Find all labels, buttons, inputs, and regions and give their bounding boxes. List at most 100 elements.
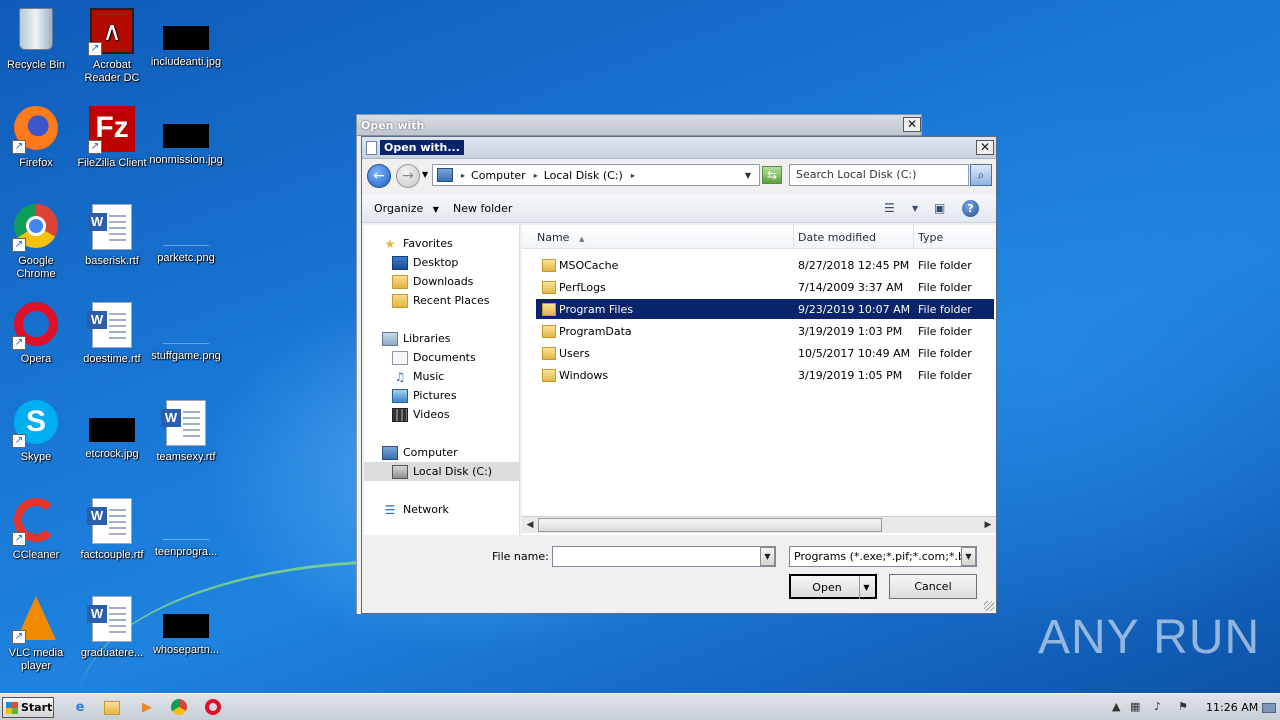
dialog-titlebar[interactable]: Open with... ✕ [362, 137, 996, 159]
refresh-button[interactable]: ⇆ [762, 166, 782, 184]
navigation-pane: ★ Favorites Desktop Downloads Recent Pla… [364, 225, 520, 535]
show-hidden-icons-icon[interactable]: ▲ [1112, 700, 1120, 713]
nav-label: Favorites [403, 237, 453, 250]
nav-documents[interactable]: Documents [392, 348, 476, 367]
table-row[interactable]: Windows 3/19/2019 1:05 PM File folder [536, 365, 994, 385]
network-tray-icon[interactable]: ▦ [1130, 700, 1140, 713]
file-name: Program Files [559, 303, 634, 316]
chevron-down-icon[interactable]: ▼ [859, 576, 873, 599]
desktop-icon-teenprogra[interactable]: teenprogra... [148, 498, 224, 559]
desktop-icon-chrome[interactable]: ↗ Google Chrome [0, 204, 74, 281]
close-icon[interactable]: ✕ [976, 140, 994, 155]
scrollbar-thumb[interactable] [538, 518, 882, 532]
shortcut-arrow-icon: ↗ [12, 140, 26, 154]
column-header-name[interactable]: Name ▲ [522, 225, 794, 249]
nav-computer[interactable]: Computer [382, 443, 458, 462]
desktop-icon-whosepartn[interactable]: whosepartn... [148, 596, 224, 657]
recent-pages-dropdown-icon[interactable]: ▼ [422, 170, 428, 179]
file-explorer-icon[interactable] [104, 701, 120, 715]
table-row-selected[interactable]: Program Files 9/23/2019 10:07 AM File fo… [536, 299, 994, 319]
resize-grip-icon[interactable] [984, 601, 994, 611]
file-type: File folder [918, 303, 972, 316]
volume-icon[interactable]: ♪ [1154, 700, 1161, 713]
desktop-icon-teamsexy[interactable]: W teamsexy.rtf [148, 400, 224, 464]
preview-pane-icon[interactable]: ▣ [934, 201, 945, 215]
nav-favorites[interactable]: ★ Favorites [382, 234, 453, 253]
desktop-icon-factcouple[interactable]: W factcouple.rtf [74, 498, 150, 562]
nav-desktop[interactable]: Desktop [392, 253, 458, 272]
desktop-icon-skype[interactable]: S ↗ Skype [0, 400, 74, 464]
desktop-icon-parketc[interactable]: parketc.png [148, 204, 224, 265]
nav-pictures[interactable]: Pictures [392, 386, 457, 405]
desktop-icon-includeanti[interactable]: includeanti.jpg [148, 8, 224, 69]
cancel-button[interactable]: Cancel [889, 574, 977, 599]
breadcrumb-computer[interactable]: Computer [467, 169, 532, 182]
open-with-window-titlebar[interactable]: Open with ✕ [356, 114, 922, 136]
breadcrumb-local-disk[interactable]: Local Disk (C:) [540, 169, 629, 182]
nav-local-disk[interactable]: Local Disk (C:) [364, 462, 520, 481]
view-options-icon[interactable]: ☰ [884, 201, 895, 215]
organize-button[interactable]: Organize ▼ [374, 202, 439, 215]
desktop-icon-firefox[interactable]: ↗ Firefox [0, 106, 74, 170]
computer-icon [437, 168, 453, 182]
nav-videos[interactable]: Videos [392, 405, 450, 424]
horizontal-scrollbar[interactable]: ◀ ▶ [522, 516, 996, 533]
word-document-icon: W [161, 400, 210, 448]
desktop-icon-graduatere[interactable]: W graduatere... [74, 596, 150, 660]
column-header-date[interactable]: Date modified [794, 225, 914, 249]
chrome-icon[interactable] [171, 699, 187, 715]
column-header-type[interactable]: Type [914, 225, 996, 249]
table-row[interactable]: ProgramData 3/19/2019 1:03 PM File folde… [536, 321, 994, 341]
chevron-right-icon[interactable]: ▸ [532, 171, 540, 180]
desktop-icon-nonmission[interactable]: nonmission.jpg [148, 106, 224, 167]
start-button[interactable]: Start [2, 697, 54, 718]
media-player-icon[interactable]: ▶ [138, 699, 156, 717]
address-dropdown-icon[interactable]: ▼ [743, 171, 753, 180]
chevron-down-icon[interactable]: ▼ [760, 547, 775, 566]
table-row[interactable]: Users 10/5/2017 10:49 AM File folder [536, 343, 994, 363]
scroll-right-icon[interactable]: ▶ [981, 518, 995, 532]
search-input[interactable]: Search Local Disk (C:) [789, 164, 969, 186]
nav-label: Pictures [413, 389, 457, 402]
opera-icon[interactable] [205, 699, 221, 715]
chevron-right-icon[interactable]: ▸ [459, 171, 467, 180]
desktop-icon-acrobat[interactable]: ∧ ↗ Acrobat Reader DC [74, 8, 150, 85]
nav-downloads[interactable]: Downloads [392, 272, 473, 291]
desktop-icon-baserisk[interactable]: W baserisk.rtf [74, 204, 150, 268]
desktop-icon-opera[interactable]: ↗ Opera [0, 302, 74, 366]
action-center-flag-icon[interactable]: ⚑ [1178, 700, 1188, 713]
close-icon[interactable]: ✕ [903, 117, 921, 132]
chevron-down-icon[interactable]: ▼ [961, 547, 976, 566]
desktop-icon-recycle-bin[interactable]: Recycle Bin [0, 8, 74, 72]
chevron-down-icon[interactable]: ▼ [912, 204, 918, 213]
firefox-icon: ↗ [12, 106, 60, 154]
new-folder-button[interactable]: New folder [453, 202, 512, 215]
back-button[interactable]: ← [367, 164, 391, 188]
nav-music[interactable]: ♫ Music [392, 367, 445, 386]
file-type-filter[interactable]: Programs (*.exe;*.pif;*.com;*.bat;*.cmd) [789, 546, 977, 567]
desktop-icon-doestime[interactable]: W doestime.rtf [74, 302, 150, 366]
clock[interactable]: 11:26 AM [1206, 701, 1258, 714]
nav-recent-places[interactable]: Recent Places [392, 291, 490, 310]
scroll-left-icon[interactable]: ◀ [523, 518, 537, 532]
show-desktop-icon[interactable] [1262, 703, 1276, 713]
file-name-input[interactable] [552, 546, 776, 567]
chevron-right-icon[interactable]: ▸ [629, 171, 637, 180]
desktop-icon-filezilla[interactable]: Fz ↗ FileZilla Client [74, 106, 150, 170]
vlc-icon: ↗ [12, 596, 60, 644]
desktop-icon-etcrock[interactable]: etcrock.jpg [74, 400, 150, 461]
nav-libraries[interactable]: Libraries [382, 329, 451, 348]
table-row[interactable]: PerfLogs 7/14/2009 3:37 AM File folder [536, 277, 994, 297]
internet-explorer-icon[interactable]: e [71, 699, 89, 717]
search-icon[interactable]: ⌕ [970, 164, 992, 186]
desktop-icon-stuffgame[interactable]: stuffgame.png [148, 302, 224, 363]
nav-network[interactable]: ☰ Network [382, 500, 449, 519]
desktop-icon-vlc[interactable]: ↗ VLC media player [0, 596, 74, 673]
help-icon[interactable]: ? [962, 200, 979, 217]
desktop-icon-ccleaner[interactable]: ↗ CCleaner [0, 498, 74, 562]
table-row[interactable]: MSOCache 8/27/2018 12:45 PM File folder [536, 255, 994, 275]
open-button[interactable]: Open ▼ [789, 574, 877, 599]
image-thumbnail-icon [163, 614, 209, 638]
forward-button[interactable]: → [396, 164, 420, 188]
address-bar[interactable]: ▸ Computer ▸ Local Disk (C:) ▸ ▼ [432, 164, 760, 186]
